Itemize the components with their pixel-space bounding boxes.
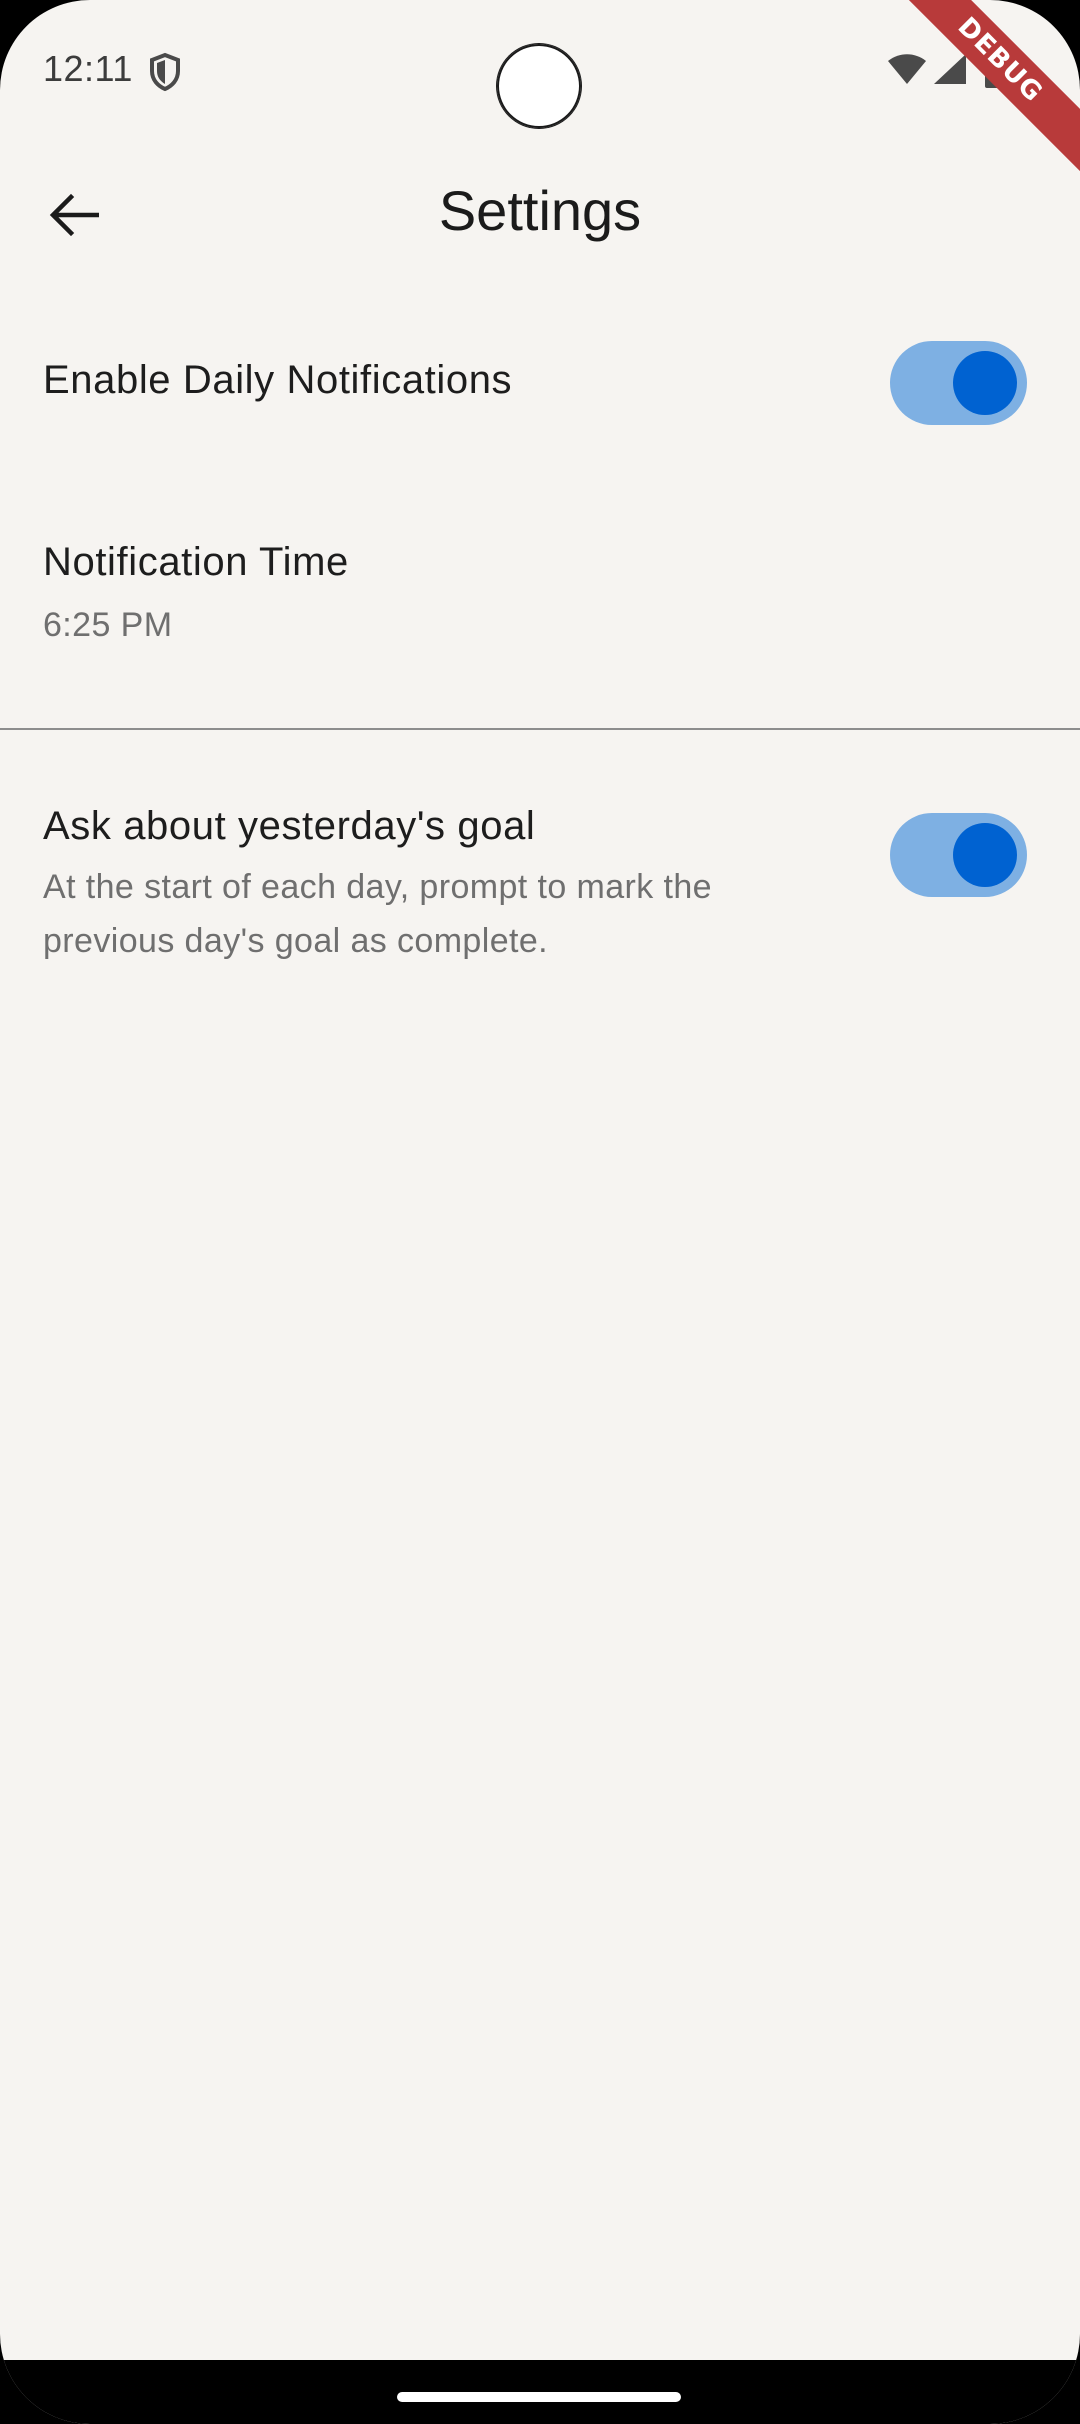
wifi-icon xyxy=(888,54,926,84)
debug-banner: DEBUG xyxy=(878,0,1080,182)
shield-icon xyxy=(150,52,180,92)
camera-cutout xyxy=(497,44,581,128)
yesterday-goal-description: At the start of each day, prompt to mark… xyxy=(43,868,712,960)
signal-icon xyxy=(934,54,966,84)
notification-time-value: 6:25 PM xyxy=(43,606,173,644)
screen: 12:11 DEBUG Settings Enable Daily Notifi… xyxy=(0,0,1080,2424)
home-indicator[interactable] xyxy=(397,2392,681,2402)
yesterday-goal-label: Ask about yesterday's goal xyxy=(43,804,536,848)
yesterday-goal-switch[interactable] xyxy=(890,813,1027,897)
switch-thumb xyxy=(953,823,1017,887)
divider xyxy=(0,728,1080,730)
page-title: Settings xyxy=(438,179,642,242)
daily-notifications-label: Enable Daily Notifications xyxy=(43,358,513,402)
daily-notifications-switch[interactable] xyxy=(890,341,1027,425)
switch-thumb xyxy=(953,351,1017,415)
notification-time-label: Notification Time xyxy=(43,540,349,584)
status-time: 12:11 xyxy=(43,48,133,89)
navigation-bar xyxy=(0,2360,1080,2424)
